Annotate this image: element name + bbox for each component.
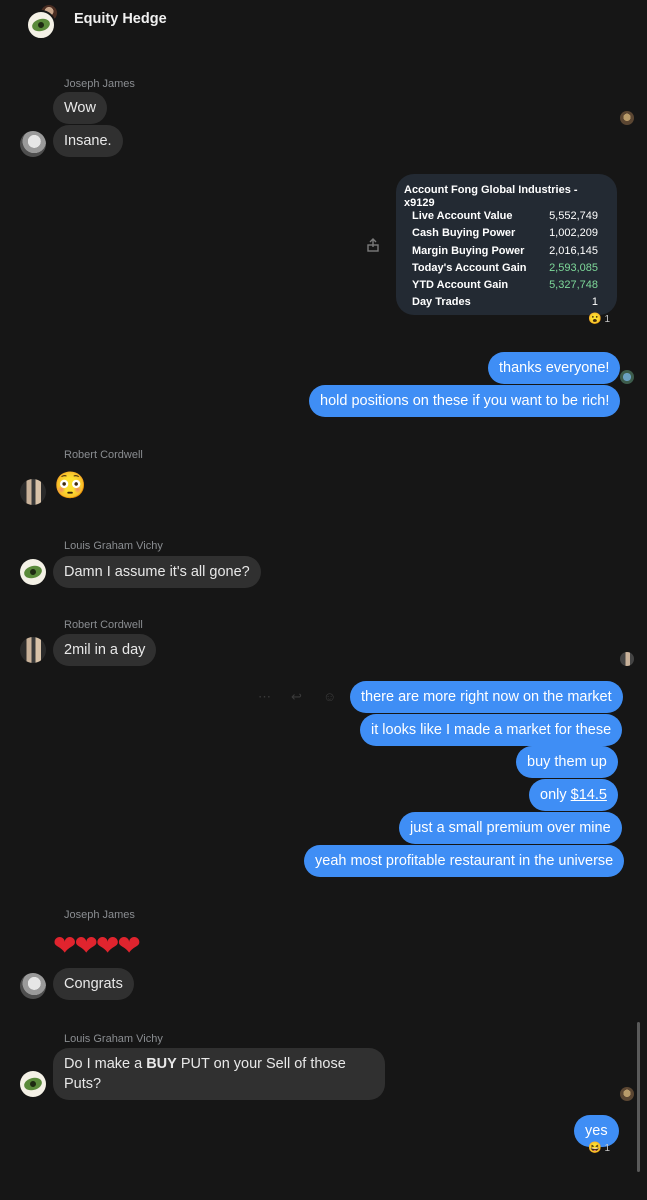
row-label: Day Trades (412, 296, 471, 308)
sender-name: Louis Graham Vichy (64, 540, 163, 552)
row-label: Live Account Value (412, 210, 513, 222)
account-summary-card[interactable]: Account Fong Global Industries - x9129 L… (396, 174, 617, 315)
read-receipt-avatar (620, 1087, 634, 1101)
reaction-badge[interactable]: 😮 1 (588, 312, 610, 325)
scrollbar[interactable] (637, 1022, 640, 1172)
group-avatar[interactable] (24, 4, 58, 40)
row-value: 1,002,209 (549, 227, 598, 239)
laughing-emoji-icon: 😆 (588, 1142, 602, 1154)
message-text: Do I make a (64, 1056, 147, 1072)
row-value: 2,016,145 (549, 245, 598, 257)
row-label: YTD Account Gain (412, 279, 509, 291)
eye-logo-icon (22, 563, 44, 581)
avatar-louis-graham-vichy[interactable] (20, 1071, 46, 1097)
message-bubble[interactable]: 2mil in a day (53, 634, 157, 666)
avatar-joseph-james[interactable] (20, 973, 46, 999)
react-icon[interactable]: ☺ (323, 689, 336, 704)
flushed-emoji-icon[interactable]: 😳 (54, 470, 86, 500)
card-title: Account Fong Global Industries - x9129 (404, 184, 578, 209)
reaction-count: 1 (604, 314, 611, 325)
sender-name: Robert Cordwell (64, 619, 143, 631)
card-row: YTD Account Gain 5,327,748 (412, 279, 598, 293)
message-bubble[interactable]: just a small premium over mine (399, 812, 622, 844)
card-row: Live Account Value 5,552,749 (412, 210, 598, 224)
message-bubble[interactable]: hold positions on these if you want to b… (309, 385, 621, 417)
message-text: PUT on your Sell of those (176, 1056, 346, 1072)
avatar-robert-cordwell[interactable] (20, 479, 46, 505)
eye-logo-icon (30, 16, 52, 34)
row-value: 5,327,748 (549, 279, 598, 291)
message-bubble[interactable]: Insane. (53, 125, 123, 157)
price-link[interactable]: $14.5 (571, 787, 607, 803)
reply-icon[interactable]: ↩ (291, 689, 302, 705)
row-value: 1 (591, 296, 598, 308)
sender-name: Joseph James (64, 909, 135, 921)
eye-logo-icon (22, 1075, 44, 1093)
message-bubble[interactable]: thanks everyone! (488, 352, 621, 384)
row-label: Margin Buying Power (412, 245, 525, 257)
message-bubble[interactable]: Do I make a BUY PUT on your Sell of thos… (53, 1048, 385, 1100)
message-bubble[interactable]: Damn I assume it's all gone? (53, 556, 261, 588)
read-receipt-avatar (620, 370, 634, 384)
message-text-bold: BUY (146, 1056, 177, 1072)
message-text: only (540, 787, 571, 803)
avatar-robert-cordwell[interactable] (20, 637, 46, 663)
member-avatar (26, 10, 56, 40)
card-row: Cash Buying Power 1,002,209 (412, 227, 598, 241)
message-bubble[interactable]: Wow (53, 92, 107, 124)
row-label: Today's Account Gain (412, 262, 527, 274)
card-row: Margin Buying Power 2,016,145 (412, 245, 598, 259)
chat-header: Equity Hedge (0, 0, 647, 44)
card-row: Day Trades 1 (412, 296, 598, 310)
more-icon[interactable]: ⋯ (258, 689, 271, 705)
sender-name: Robert Cordwell (64, 449, 143, 461)
row-value: 2,593,085 (549, 262, 598, 274)
sender-name: Joseph James (64, 78, 135, 90)
read-receipt-avatar (620, 652, 634, 666)
message-bubble[interactable]: it looks like I made a market for these (360, 714, 623, 746)
sender-name: Louis Graham Vichy (64, 1033, 163, 1045)
reaction-badge[interactable]: 😆 1 (588, 1141, 610, 1154)
chat-title[interactable]: Equity Hedge (74, 11, 167, 27)
row-label: Cash Buying Power (412, 227, 516, 239)
surprised-emoji-icon: 😮 (588, 313, 602, 325)
message-bubble[interactable]: only $14.5 (529, 779, 618, 811)
avatar-joseph-james[interactable] (20, 131, 46, 157)
row-value: 5,552,749 (549, 210, 598, 222)
message-text: Puts? (64, 1076, 102, 1092)
message-bubble[interactable]: buy them up (516, 746, 618, 778)
card-row: Today's Account Gain 2,593,085 (412, 262, 598, 276)
hearts-emoji-message[interactable]: ❤❤❤❤ (53, 930, 141, 962)
read-receipt-avatar (620, 111, 634, 125)
message-bubble[interactable]: there are more right now on the market (350, 681, 623, 713)
avatar-louis-graham-vichy[interactable] (20, 559, 46, 585)
share-icon[interactable] (367, 238, 379, 252)
reaction-count: 1 (604, 1143, 611, 1154)
message-bubble[interactable]: yeah most profitable restaurant in the u… (304, 845, 625, 877)
message-bubble[interactable]: Congrats (53, 968, 134, 1000)
